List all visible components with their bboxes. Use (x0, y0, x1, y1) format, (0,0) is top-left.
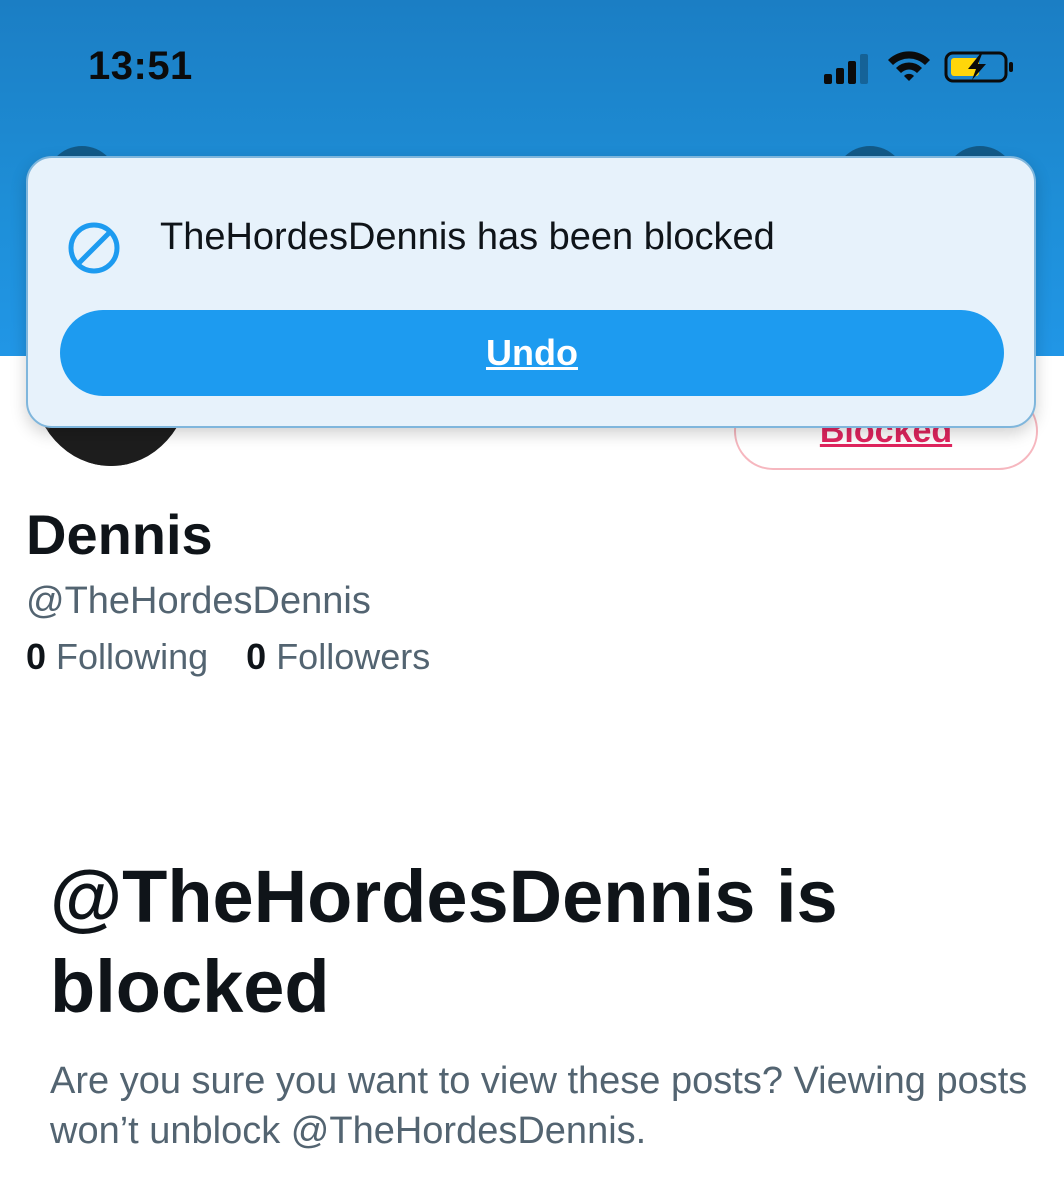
undo-label: Undo (486, 332, 578, 373)
blocked-notice-title: @TheHordesDennis is blocked (50, 855, 838, 1028)
follow-stats: 0 Following 0 Followers (26, 636, 458, 678)
following-label: Following (56, 636, 209, 677)
cellular-signal-icon (824, 54, 868, 84)
following-count: 0 (26, 636, 47, 677)
followers-count: 0 (246, 636, 267, 677)
block-icon (68, 222, 120, 274)
followers-label: Followers (276, 636, 431, 677)
blocked-notice-description: Are you sure you want to view these post… (50, 1060, 1028, 1152)
undo-button[interactable]: Undo (60, 310, 1004, 396)
profile-handle: @TheHordesDennis (26, 580, 371, 622)
blocked-toast: TheHordesDennis has been blocked Undo (26, 156, 1036, 428)
battery-charging-icon (944, 51, 1013, 83)
toast-message: TheHordesDennis has been blocked (160, 216, 775, 258)
display-name: Dennis (26, 503, 213, 566)
wifi-icon (888, 51, 930, 81)
following-link[interactable]: 0 Following (26, 636, 208, 678)
followers-link[interactable]: 0 Followers (246, 636, 430, 678)
status-time: 13:51 (88, 44, 193, 88)
